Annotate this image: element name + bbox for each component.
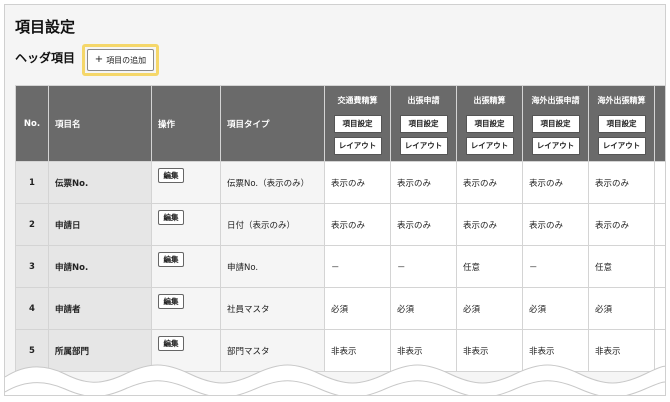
flag-title: 海外出張精算 (597, 95, 646, 105)
section-label: ヘッダ項目 (15, 51, 76, 65)
overflow-cell (654, 203, 665, 246)
flag-value: 表示のみ (390, 203, 457, 246)
item-name: 申請No. (48, 245, 152, 288)
flag-value: 任意 (588, 245, 655, 288)
flag-value: 表示のみ (522, 161, 589, 204)
col-header-flag: 海外出張精算 項目設定 レイアウト (588, 85, 655, 162)
item-settings-button[interactable]: 項目設定 (531, 115, 580, 133)
layout-button[interactable]: レイアウト (597, 137, 646, 155)
row-number: 1 (15, 161, 49, 204)
row-actions: 編集 (151, 287, 221, 330)
row-actions: 編集 (151, 203, 221, 246)
flag-value: 表示のみ (588, 203, 655, 246)
flag-value: 表示のみ (324, 203, 391, 246)
overflow-cell (654, 161, 665, 204)
col-header-name: 項目名 (48, 85, 152, 162)
flag-value: － (522, 245, 589, 288)
col-header-flag: 出張精算 項目設定 レイアウト (456, 85, 523, 162)
settings-panel: 項目設定 ヘッダ項目 + 項目の追加 No. 項目名 操作 項目タイプ 交通費精… (4, 4, 666, 396)
torn-edge (5, 364, 665, 395)
flag-value: 表示のみ (456, 161, 523, 204)
item-settings-button[interactable]: 項目設定 (399, 115, 448, 133)
overflow-cell (654, 245, 665, 288)
item-name: 申請者 (48, 287, 152, 330)
item-settings-button[interactable]: 項目設定 (465, 115, 514, 133)
flag-value: 表示のみ (522, 203, 589, 246)
flag-title: 出張申請 (407, 95, 440, 105)
page-title: 項目設定 (15, 18, 76, 36)
table-row: 4 申請者 編集 社員マスタ 必須 必須 必須 必須 必須 (15, 287, 665, 330)
layout-button[interactable]: レイアウト (333, 137, 382, 155)
flag-value: 必須 (456, 287, 523, 330)
flag-title: 交通費精算 (337, 95, 378, 105)
item-type: 伝票No.（表示のみ） (220, 161, 325, 204)
item-settings-button[interactable]: 項目設定 (597, 115, 646, 133)
plus-icon: + (94, 54, 104, 65)
edit-button[interactable]: 編集 (158, 210, 184, 225)
flag-title: 海外出張申請 (531, 95, 580, 105)
table-row: 3 申請No. 編集 申請No. －－任意－任意 (15, 245, 665, 288)
flag-value: 必須 (588, 287, 655, 330)
table-row: 2 申請日 編集 日付（表示のみ） 表示のみ 表示のみ 表示のみ 表示のみ 表示のみ (15, 203, 665, 246)
col-header-op: 操作 (151, 85, 221, 162)
row-number: 4 (15, 287, 49, 330)
item-type: 日付（表示のみ） (220, 203, 325, 246)
flag-value: 必須 (522, 287, 589, 330)
item-name: 申請日 (48, 203, 152, 246)
col-header-overflow (654, 85, 665, 162)
overflow-cell (654, 287, 665, 330)
flag-value: － (324, 245, 391, 288)
edit-button[interactable]: 編集 (158, 168, 184, 183)
row-actions: 編集 (151, 161, 221, 204)
item-name: 伝票No. (48, 161, 152, 204)
flag-value: 必須 (324, 287, 391, 330)
col-header-flag: 出張申請 項目設定 レイアウト (390, 85, 457, 162)
add-item-button[interactable]: + 項目の追加 (87, 49, 154, 71)
layout-button[interactable]: レイアウト (465, 137, 514, 155)
edit-button[interactable]: 編集 (158, 336, 184, 351)
row-number: 2 (15, 203, 49, 246)
item-type: 社員マスタ (220, 287, 325, 330)
item-type: 申請No. (220, 245, 325, 288)
edit-button[interactable]: 編集 (158, 294, 184, 309)
item-settings-button[interactable]: 項目設定 (333, 115, 382, 133)
flag-value: 表示のみ (588, 161, 655, 204)
add-item-button-label: 項目の追加 (106, 55, 147, 65)
flag-value: 表示のみ (390, 161, 457, 204)
flag-value: 表示のみ (324, 161, 391, 204)
layout-button[interactable]: レイアウト (399, 137, 448, 155)
flag-value: 必須 (390, 287, 457, 330)
flag-value: － (390, 245, 457, 288)
flag-title: 出張精算 (473, 95, 506, 105)
col-header-flag: 海外出張申請 項目設定 レイアウト (522, 85, 589, 162)
table-row: 1 伝票No. 編集 伝票No.（表示のみ） 表示のみ 表示のみ 表示のみ 表示のみ 表示のみ (15, 161, 665, 204)
edit-button[interactable]: 編集 (158, 252, 184, 267)
flag-value: 表示のみ (456, 203, 523, 246)
col-header-no: No. (15, 85, 49, 162)
col-header-type: 項目タイプ (220, 85, 325, 162)
row-number: 3 (15, 245, 49, 288)
layout-button[interactable]: レイアウト (531, 137, 580, 155)
flag-value: 任意 (456, 245, 523, 288)
row-actions: 編集 (151, 245, 221, 288)
items-table: No. 項目名 操作 項目タイプ 交通費精算 項目設定 レイアウト 出張申請 項… (15, 85, 665, 372)
col-header-flag: 交通費精算 項目設定 レイアウト (324, 85, 391, 162)
